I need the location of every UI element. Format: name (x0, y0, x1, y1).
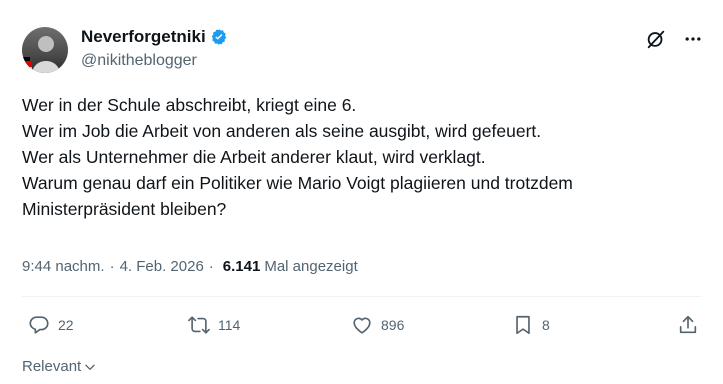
like-count: 896 (381, 317, 405, 333)
meta-separator: · (109, 258, 115, 275)
reply-button[interactable]: 22 (28, 314, 74, 336)
sort-label: Relevant (22, 358, 82, 375)
verified-badge-icon[interactable] (210, 28, 228, 46)
display-name[interactable]: Neverforgetniki (81, 27, 206, 47)
tweet-line: Wer als Unternehmer die Arbeit anderer k… (22, 147, 486, 167)
tweet-line: Wer im Job die Arbeit von anderen als se… (22, 121, 542, 141)
tweet-meta: 9:44 nachm. · 4. Feb. 2026 · 6.141 Mal a… (22, 258, 358, 275)
share-button[interactable] (677, 314, 699, 336)
views-label: Mal angezeigt (264, 258, 358, 275)
meta-separator: · (208, 258, 214, 275)
heart-icon (353, 317, 371, 334)
bookmark-button[interactable]: 8 (512, 314, 550, 336)
tweet-top-actions (645, 28, 703, 50)
retweet-count: 114 (218, 317, 241, 333)
divider (22, 296, 701, 297)
like-button[interactable]: 896 (351, 314, 404, 336)
tweet-actions: 22 114 896 8 (22, 314, 703, 344)
tweet-text: Wer in der Schule abschreibt, kriegt ein… (22, 92, 712, 222)
retweet-button[interactable]: 114 (188, 314, 240, 336)
bookmark-count: 8 (542, 317, 550, 333)
tweet-time[interactable]: 9:44 nachm. (22, 258, 105, 275)
author-handle[interactable]: @nikitheblogger (81, 51, 197, 71)
reply-count: 22 (58, 317, 74, 333)
tweet-line: Ministerpräsident bleiben? (22, 199, 227, 219)
chevron-down-icon (85, 364, 95, 370)
grok-icon[interactable] (645, 28, 667, 50)
tweet-date[interactable]: 4. Feb. 2026 (120, 258, 204, 275)
retweet-icon (188, 316, 210, 334)
tweet-line: Warum genau darf ein Politiker wie Mario… (22, 173, 573, 193)
avatar-image (22, 36, 60, 73)
sort-dropdown[interactable]: Relevant (22, 358, 97, 375)
share-icon (679, 315, 697, 334)
author-name-row: Neverforgetniki (81, 27, 228, 47)
tweet-line: Wer in der Schule abschreibt, kriegt ein… (22, 95, 357, 115)
bookmark-icon (516, 315, 530, 335)
reply-icon (29, 316, 49, 334)
views-count[interactable]: 6.141 (223, 258, 261, 275)
more-icon[interactable] (683, 29, 703, 49)
avatar[interactable] (22, 27, 68, 73)
